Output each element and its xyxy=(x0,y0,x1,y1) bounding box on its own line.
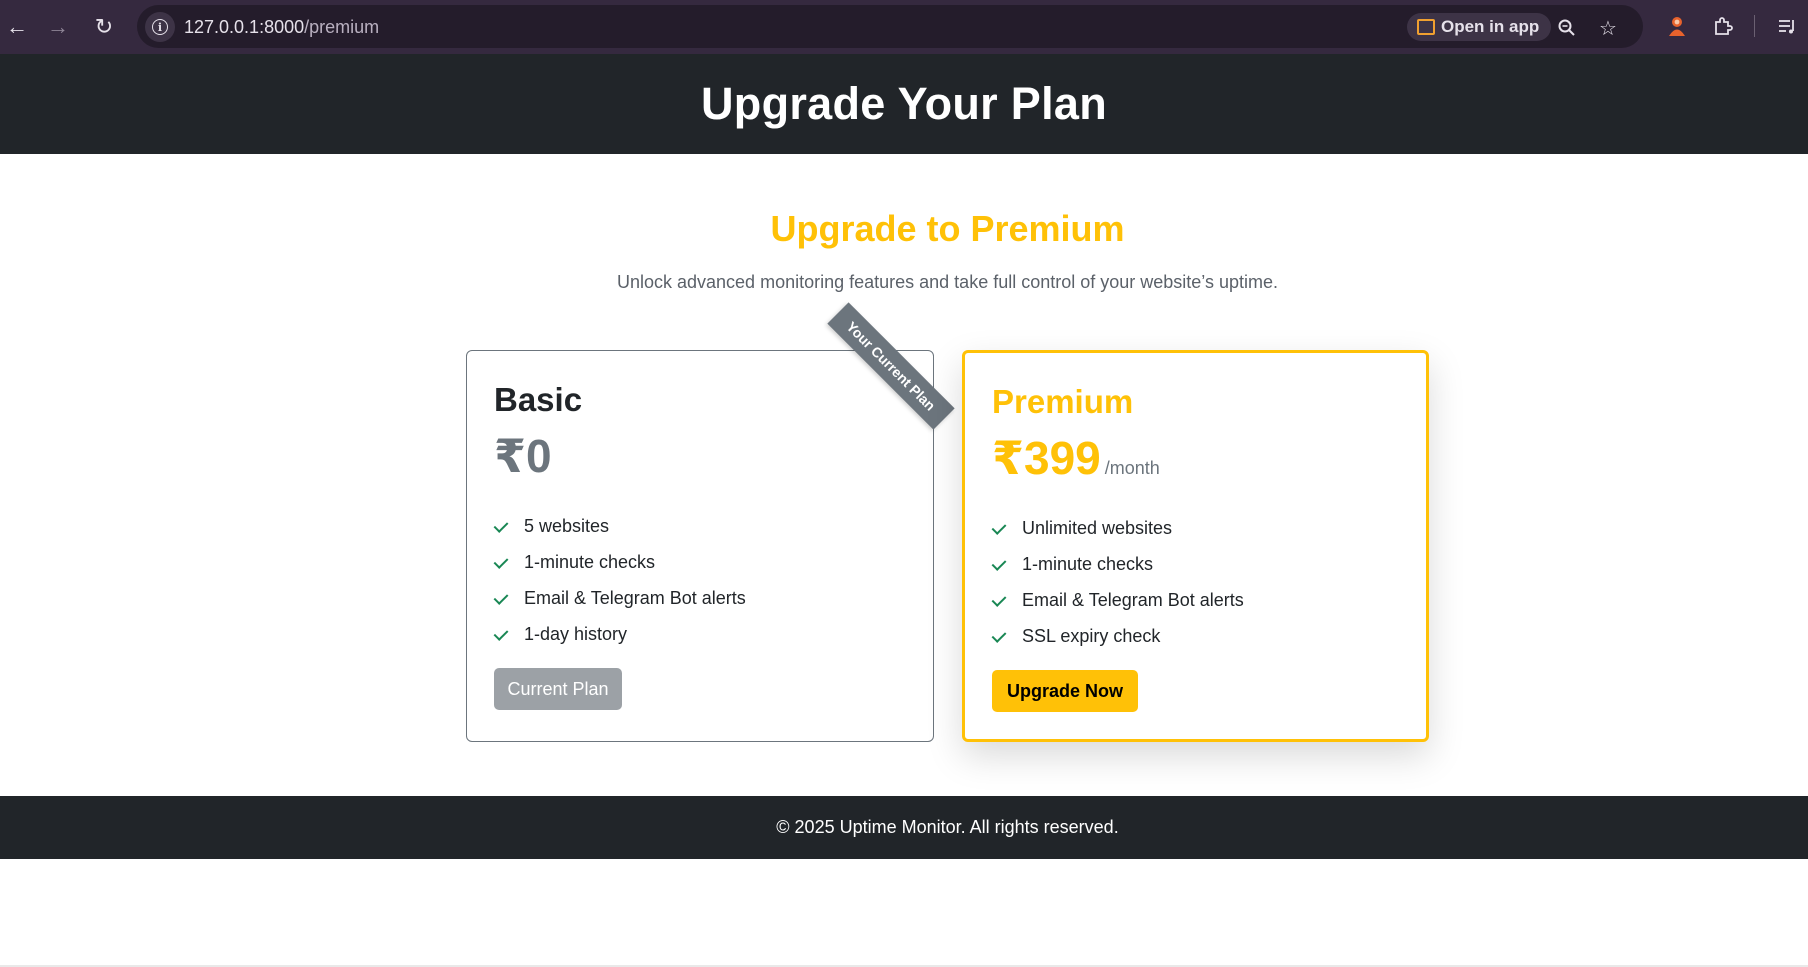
price-amount: ₹0 xyxy=(494,430,552,482)
site-info-icon[interactable]: i xyxy=(145,12,175,42)
check-icon xyxy=(992,522,1008,534)
plan-price: ₹399/month xyxy=(992,431,1160,485)
premium-plan-card: Premium ₹399/month Unlimited websites 1-… xyxy=(962,350,1429,742)
url-text[interactable]: 127.0.0.1:8000/premium xyxy=(184,17,379,38)
open-in-app-icon xyxy=(1417,19,1435,35)
price-period: /month xyxy=(1104,458,1160,478)
feature-item: Email & Telegram Bot alerts xyxy=(992,582,1244,618)
open-in-app-button[interactable]: Open in app xyxy=(1407,13,1552,41)
feature-text: Email & Telegram Bot alerts xyxy=(524,587,746,608)
section-title: Upgrade to Premium xyxy=(770,208,1125,249)
forward-arrow-icon[interactable]: → xyxy=(41,10,75,44)
price-amount: ₹399 xyxy=(992,432,1101,484)
check-icon xyxy=(494,556,510,568)
feature-list: Unlimited websites 1-minute checks Email… xyxy=(992,510,1244,654)
check-icon xyxy=(992,594,1008,606)
puzzle-icon[interactable] xyxy=(1706,9,1740,43)
current-plan-button: Current Plan xyxy=(494,668,622,710)
url-host: 127.0.0.1:8000 xyxy=(184,17,305,37)
back-arrow-icon[interactable]: ← xyxy=(0,10,34,44)
plan-price: ₹0 xyxy=(494,429,552,483)
footer-copyright: © 2025 Uptime Monitor. All rights reserv… xyxy=(776,817,1119,837)
page-footer: © 2025 Uptime Monitor. All rights reserv… xyxy=(0,796,1808,859)
feature-text: SSL expiry check xyxy=(1022,625,1161,646)
url-path: /premium xyxy=(304,17,380,37)
feature-item: SSL expiry check xyxy=(992,618,1244,654)
section-subtitle: Unlock advanced monitoring features and … xyxy=(616,272,1279,292)
feature-text: Email & Telegram Bot alerts xyxy=(1022,589,1244,610)
reading-list-icon[interactable] xyxy=(1770,9,1804,43)
feature-item: 1-day history xyxy=(494,616,746,652)
address-bar[interactable]: i 127.0.0.1:8000/premium Open in app ☆ xyxy=(137,5,1643,48)
reload-icon[interactable]: ↻ xyxy=(87,10,121,44)
check-icon xyxy=(494,592,510,604)
feature-item: 1-minute checks xyxy=(494,544,746,580)
feature-item: 5 websites xyxy=(494,508,746,544)
upgrade-now-button[interactable]: Upgrade Now xyxy=(992,670,1138,712)
check-icon xyxy=(992,630,1008,642)
check-icon xyxy=(494,520,510,532)
page-header: Upgrade Your Plan xyxy=(0,54,1808,154)
check-icon xyxy=(992,558,1008,570)
zoom-icon[interactable] xyxy=(1552,13,1582,43)
extension-avatar-icon[interactable] xyxy=(1660,9,1694,43)
open-in-app-label: Open in app xyxy=(1441,17,1540,36)
plan-name: Basic xyxy=(494,381,583,418)
star-icon[interactable]: ☆ xyxy=(1593,13,1623,43)
feature-item: Email & Telegram Bot alerts xyxy=(494,580,746,616)
feature-text: 5 websites xyxy=(524,515,610,536)
feature-text: 1-minute checks xyxy=(524,551,656,572)
check-icon xyxy=(494,628,510,640)
plan-name: Premium xyxy=(992,383,1134,420)
page-title: Upgrade Your Plan xyxy=(700,78,1107,129)
feature-list: 5 websites 1-minute checks Email & Teleg… xyxy=(494,508,746,652)
basic-plan-card: Basic ₹0 5 websites 1-minute checks Emai… xyxy=(466,350,934,742)
toolbar-separator xyxy=(1754,15,1755,37)
browser-toolbar: ← → ↻ i 127.0.0.1:8000/premium Open in a… xyxy=(0,0,1808,54)
feature-text: Unlimited websites xyxy=(1022,517,1173,538)
feature-text: 1-day history xyxy=(524,623,628,644)
feature-item: 1-minute checks xyxy=(992,546,1244,582)
feature-item: Unlimited websites xyxy=(992,510,1244,546)
feature-text: 1-minute checks xyxy=(1022,553,1154,574)
